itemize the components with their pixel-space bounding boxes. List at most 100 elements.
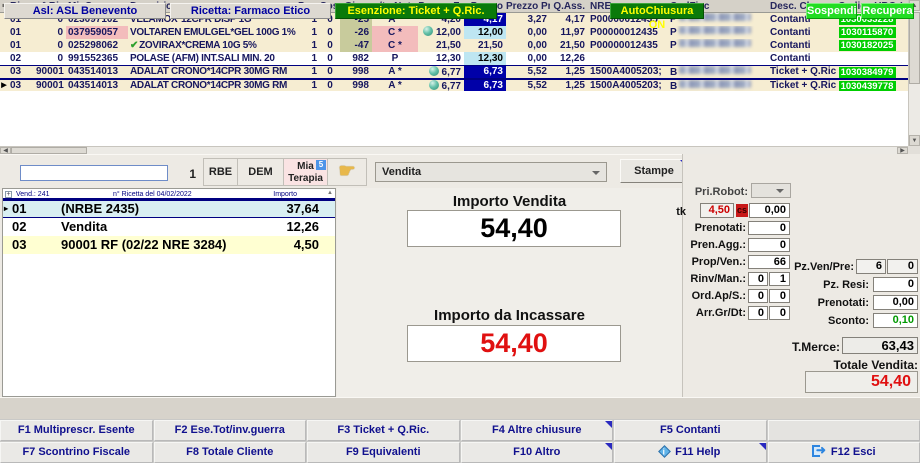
codfisc-redacted [679,39,751,47]
field-ord-ap-s-1[interactable]: 0 [748,289,768,303]
fkey-f11-help[interactable]: iF11 Help [614,442,767,463]
sales-list-header: + Vend.: 241 n° Ricetta del 04/02/2022 I… [3,189,335,200]
field-pz-ven-pre-1[interactable]: 6 [856,259,886,274]
importo-label: Importo [273,191,297,198]
fkey-f12-esci[interactable]: ➜ F12 Esci [768,442,920,463]
function-key-bar: F1 Multiprescr. EsenteF2 Ese.Tot/inv.gue… [0,419,920,463]
scroll-right-icon[interactable]: ▶ [897,147,908,154]
t-merce-field: 63,43 [842,337,918,354]
sale-description: (NRBE 2435) [61,201,139,217]
sale-type-value: Vendita [382,166,421,178]
sale-description: 90001 RF (02/22 NRE 3284) [61,236,226,254]
sospendi-button[interactable]: Sospendi [806,3,857,19]
globe-icon [429,66,439,76]
row-marker [0,66,8,78]
field-prenotati[interactable]: 0 [748,221,790,235]
row-marker [0,52,8,65]
pri-robot-select[interactable] [751,183,791,198]
rbe-button[interactable]: RBE [203,158,237,186]
tk-value-field[interactable]: 4,50 [700,203,734,218]
importo-vendita-box: 54,40 [407,210,621,247]
cs-value-field[interactable]: 0,00 [749,203,790,218]
fkey-f3-ticket-q-ric[interactable]: F3 Ticket + Q.Ric. [307,420,460,441]
status-bar [0,397,920,419]
sale-number: 03 [12,236,26,254]
field-pz-resi[interactable]: 0 [873,277,918,292]
field-label-prenotati: Prenotati: [781,297,869,309]
fkey-f5-contanti[interactable]: F5 Contanti [614,420,767,441]
stampe-button[interactable]: Stampe [620,159,688,183]
field-prenotati[interactable]: 0,00 [873,295,918,310]
list-scroll-up-icon[interactable]: ▲ [327,190,333,196]
sale-number: 02 [12,218,26,236]
ricetta-date-label: n° Ricetta del 04/02/2022 [113,191,192,198]
dem-button[interactable]: DEM [237,158,283,186]
ubc-badge: 1030182025 [839,40,896,51]
expand-icon[interactable]: + [5,191,12,198]
mia-terapia-button[interactable]: Mia Terapia 5 [283,158,327,186]
fkey-f2-ese-tot-inv-guerra[interactable]: F2 Ese.Tot/inv.guerra [154,420,307,441]
row-marker [0,26,8,39]
field-pz-ven-pre-2[interactable]: 0 [887,259,918,274]
esenzione-button[interactable]: Esenzione: Ticket + Q.Ric. [335,3,497,19]
pointing-hand-icon: ☛ [338,161,355,182]
quantity-label: 1 [172,167,196,181]
fkey-label: F12 Esci [831,446,876,458]
exit-icon: ➜ [812,445,827,457]
sales-list-row[interactable]: 0390001 RF (02/22 NRE 3284)4,50 [3,236,335,254]
sale-amount: 12,26 [286,218,319,236]
grid-row[interactable]: 0390001043514013ADALAT CRONO*14CPR 30MG … [0,65,908,79]
field-arr-gr-dt-1[interactable]: 0 [748,306,768,320]
importo-vendita-title: Importo Vendita [337,193,682,210]
field-label-sconto: Sconto: [781,315,869,327]
fkey-f4-altre-chiusure[interactable]: F4 Altre chiusure [461,420,614,441]
check-icon: ✔ [130,40,138,51]
totale-vendita-label: Totale Vendita: [800,358,918,372]
fkey-label: F4 Altre chiusure [492,424,581,436]
grid-vertical-scrollbar[interactable]: ▲ ▼ [908,0,920,146]
sales-list-row[interactable]: ▸01(NRBE 2435)37,64 [3,200,335,218]
field-pren-agg[interactable]: 0 [748,238,790,252]
grid-empty-area [0,91,908,146]
horizontal-scroll-thumb[interactable] [11,147,87,154]
grid-header-q-ass[interactable]: Q.Ass. [550,0,588,12]
grid-row[interactable]: 020991552365POLASE (AFM) INT.SALI MIN. 2… [0,52,908,65]
fkey-f7-scontrino-fiscale[interactable]: F7 Scontrino Fiscale [0,442,153,463]
fkey-empty-cell [768,420,920,441]
globe-icon [423,26,433,36]
ricetta-button[interactable]: Ricetta: Farmaco Etico [170,3,331,19]
grid-header-prezzo-pr[interactable]: Prezzo Pr. [506,0,550,12]
sales-list-row[interactable]: 02Vendita12,26 [3,218,335,236]
field-label-prenotati: Prenotati: [662,222,746,234]
row-marker [0,39,8,52]
field-label-rinv-man: Rinv/Man.: [662,273,746,285]
sale-number: 01 [12,201,26,217]
confirm-hand-button[interactable]: ☛ [327,158,367,186]
asl-button[interactable]: Asl: ASL Benevento [4,3,166,19]
current-sale-marker: ▸ [4,201,8,217]
fkey-f8-totale-cliente[interactable]: F8 Totale Cliente [154,442,307,463]
field-label-ord-ap-s: Ord.Ap/S.: [662,290,746,302]
product-code-input[interactable] [20,165,168,181]
sale-type-select[interactable]: Vendita [375,162,607,182]
vertical-scroll-thumb[interactable] [909,12,920,84]
scroll-down-icon[interactable]: ▼ [909,135,920,146]
tk-label: tk [660,206,686,218]
field-label-prop-ven: Prop/Ven.: [662,256,746,268]
field-sconto[interactable]: 0,10 [873,313,918,328]
mia-terapia-badge: 5 [316,160,326,170]
recupera-button[interactable]: Recupera [861,3,914,19]
fkey-label: F7 Scontrino Fiscale [22,446,130,458]
autochiusura-button[interactable]: AutoChiusura ON [610,3,704,19]
sales-count-label: Vend.: 241 [16,191,49,198]
grid-horizontal-scrollbar[interactable]: ◀ ▶ [0,146,908,154]
scroll-left-icon[interactable]: ◀ [0,147,11,154]
chevron-down-icon [592,171,600,175]
info-icon: i [658,445,671,458]
grid-row[interactable]: 010037959057VOLTAREN EMULGEL*GEL 100G 1%… [0,26,908,39]
field-rinv-man-1[interactable]: 0 [748,272,768,286]
grid-row[interactable]: 010025298062✔ZOVIRAX*CREMA 10G 5%10-47C … [0,39,908,52]
fkey-f10-altro[interactable]: F10 Altro [461,442,614,463]
fkey-f1-multiprescr-esente[interactable]: F1 Multiprescr. Esente [0,420,153,441]
fkey-f9-equivalenti[interactable]: F9 Equivalenti [307,442,460,463]
